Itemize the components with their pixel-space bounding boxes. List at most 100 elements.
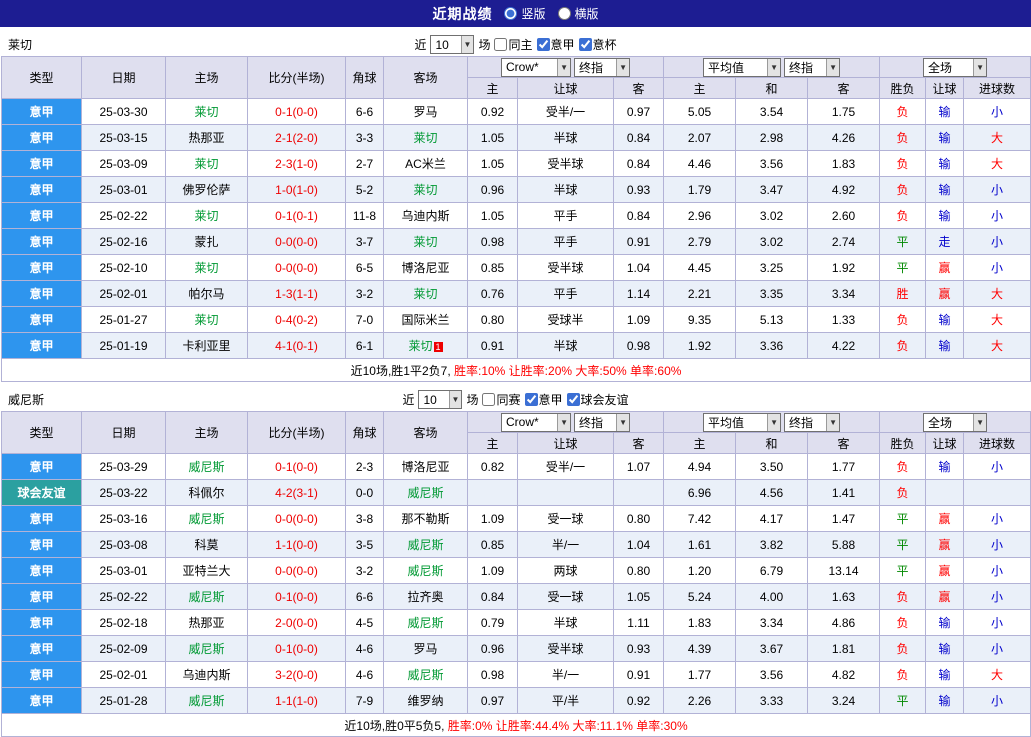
bookmaker-select[interactable]: Crow*▼ <box>501 58 571 77</box>
match-row: 意甲25-02-18热那亚2-0(0-0)4-5威尼斯0.79半球1.111.8… <box>2 610 1031 636</box>
away-team-name[interactable]: AC米兰 <box>405 157 446 171</box>
filter-club-friendly[interactable]: 球会友谊 <box>567 391 629 408</box>
away-team-name[interactable]: 那不勒斯 <box>401 512 449 526</box>
home-team-name[interactable]: 威尼斯 <box>188 694 224 708</box>
euro-draw-odds-cell: 4.56 <box>736 480 808 506</box>
home-team-name[interactable]: 莱切 <box>194 313 218 327</box>
result-goals-cell: 小 <box>964 636 1031 662</box>
away-team-name[interactable]: 威尼斯 <box>407 564 443 578</box>
results-tbody: 意甲25-03-29威尼斯0-1(0-0)2-3博洛尼亚0.82受半/一1.07… <box>2 454 1031 714</box>
chevron-down-icon: ▼ <box>557 59 570 76</box>
euro-odds-time-select[interactable]: 终指▼ <box>784 58 840 77</box>
euro-away-odds-cell: 2.74 <box>808 229 880 255</box>
euro-draw-odds-cell: 3.02 <box>736 203 808 229</box>
result-goals-cell <box>964 480 1031 506</box>
home-team-name[interactable]: 热那亚 <box>188 131 224 145</box>
italy-cup-checkbox[interactable] <box>579 38 592 51</box>
filter-same-home[interactable]: 同主 <box>494 36 532 53</box>
bookmaker-select-value: Crow* <box>506 415 539 429</box>
home-team-name[interactable]: 科莫 <box>194 538 218 552</box>
match-row: 意甲25-03-15热那亚2-1(2-0)3-3莱切1.05半球0.842.07… <box>2 125 1031 151</box>
match-count-select[interactable]: 10▼ <box>430 35 474 54</box>
home-team-name[interactable]: 卡利亚里 <box>182 339 230 353</box>
home-team-name[interactable]: 威尼斯 <box>188 590 224 604</box>
home-team-name[interactable]: 莱切 <box>194 261 218 275</box>
asia-home-odds-cell: 0.85 <box>468 532 518 558</box>
bookmaker-select[interactable]: Crow* ▼ <box>501 413 571 432</box>
period-select[interactable]: 全场▼ <box>923 58 987 77</box>
home-team-name[interactable]: 莱切 <box>194 209 218 223</box>
away-team-name[interactable]: 乌迪内斯 <box>401 209 449 223</box>
away-team-cell: 罗马 <box>384 99 468 125</box>
chevron-down-icon: ▼ <box>616 414 629 431</box>
layout-option-vertical[interactable]: 竖版 <box>504 5 545 22</box>
period-select[interactable]: 全场▼ <box>923 413 987 432</box>
home-team-name[interactable]: 佛罗伦萨 <box>182 183 230 197</box>
away-team-name[interactable]: 博洛尼亚 <box>401 261 449 275</box>
home-team-name[interactable]: 威尼斯 <box>188 512 224 526</box>
euro-odds-time-select[interactable]: 终指▼ <box>784 413 840 432</box>
home-team-name[interactable]: 莱切 <box>194 105 218 119</box>
away-team-name[interactable]: 威尼斯 <box>407 616 443 630</box>
serie-a-checkbox[interactable] <box>525 393 538 406</box>
away-team-name[interactable]: 国际米兰 <box>401 313 449 327</box>
euro-draw-odds-cell: 3.25 <box>736 255 808 281</box>
asia-home-odds-cell: 0.80 <box>468 307 518 333</box>
games-label: 场 <box>466 391 478 408</box>
filter-italy-cup[interactable]: 意杯 <box>579 36 617 53</box>
away-team-name[interactable]: 威尼斯 <box>407 668 443 682</box>
euro-home-odds-cell: 2.96 <box>664 203 736 229</box>
col-asia-away: 客 <box>614 433 664 454</box>
serie-a-label: 意甲 <box>539 391 563 408</box>
serie-a-checkbox[interactable] <box>537 38 550 51</box>
handicap-cell: 半/一 <box>518 662 614 688</box>
away-team-name[interactable]: 博洛尼亚 <box>401 460 449 474</box>
home-team-name[interactable]: 莱切 <box>194 157 218 171</box>
asia-odds-time-select[interactable]: 终指▼ <box>574 58 630 77</box>
away-team-name[interactable]: 罗马 <box>413 642 437 656</box>
horizontal-layout-radio[interactable] <box>558 7 571 20</box>
away-team-cell: 博洛尼亚 <box>384 454 468 480</box>
handicap-cell: 受球半 <box>518 307 614 333</box>
same-home-checkbox[interactable] <box>494 38 507 51</box>
home-team-name[interactable]: 科佩尔 <box>188 486 224 500</box>
home-team-name[interactable]: 乌迪内斯 <box>182 668 230 682</box>
club-friendly-checkbox[interactable] <box>567 393 580 406</box>
euro-away-odds-cell: 4.82 <box>808 662 880 688</box>
away-team-name[interactable]: 拉齐奥 <box>407 590 443 604</box>
home-team-name[interactable]: 蒙扎 <box>194 235 218 249</box>
filter-same-league[interactable]: 同赛 <box>482 391 520 408</box>
asia-odds-time-select[interactable]: 终指▼ <box>574 413 630 432</box>
score-cell: 3-2(0-0) <box>248 662 346 688</box>
corner-cell: 5-2 <box>346 177 384 203</box>
match-row: 意甲25-03-29威尼斯0-1(0-0)2-3博洛尼亚0.82受半/一1.07… <box>2 454 1031 480</box>
chevron-down-icon: ▼ <box>557 414 570 431</box>
away-team-name[interactable]: 莱切 <box>413 235 437 249</box>
vertical-layout-radio[interactable] <box>504 7 517 20</box>
euro-source-select[interactable]: 平均值▼ <box>703 58 781 77</box>
away-team-name[interactable]: 罗马 <box>413 105 437 119</box>
home-team-cell: 威尼斯 <box>166 454 248 480</box>
away-team-name[interactable]: 莱切 <box>413 183 437 197</box>
result-goals-cell: 小 <box>964 584 1031 610</box>
filter-serie-a[interactable]: 意甲 <box>525 391 563 408</box>
home-team-name[interactable]: 威尼斯 <box>188 642 224 656</box>
away-team-name[interactable]: 莱切 <box>408 339 432 353</box>
home-team-name[interactable]: 热那亚 <box>188 616 224 630</box>
away-team-name[interactable]: 莱切 <box>413 131 437 145</box>
match-count-select[interactable]: 10▼ <box>418 390 462 409</box>
layout-option-horizontal[interactable]: 横版 <box>558 5 599 22</box>
home-team-name[interactable]: 帕尔马 <box>188 287 224 301</box>
home-team-name[interactable]: 亚特兰大 <box>182 564 230 578</box>
euro-source-select[interactable]: 平均值▼ <box>703 413 781 432</box>
asia-away-odds-cell: 1.04 <box>614 255 664 281</box>
away-team-name[interactable]: 维罗纳 <box>407 694 443 708</box>
filter-serie-a[interactable]: 意甲 <box>537 36 575 53</box>
away-team-name[interactable]: 威尼斯 <box>407 538 443 552</box>
home-team-name[interactable]: 威尼斯 <box>188 460 224 474</box>
away-team-name[interactable]: 莱切 <box>413 287 437 301</box>
same-league-checkbox[interactable] <box>482 393 495 406</box>
away-team-name[interactable]: 威尼斯 <box>407 486 443 500</box>
euro-away-odds-cell: 13.14 <box>808 558 880 584</box>
euro-odds-group-header: 平均值▼ 终指▼ <box>664 412 880 433</box>
